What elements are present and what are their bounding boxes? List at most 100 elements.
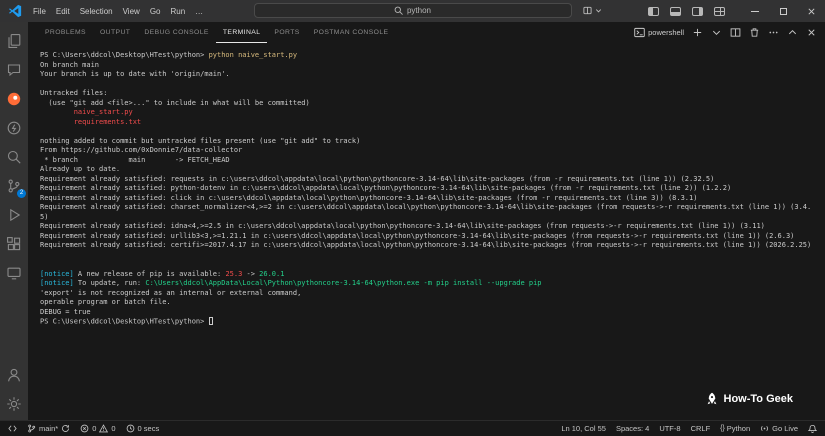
activity-item-account[interactable] <box>0 360 28 389</box>
close-icon <box>806 27 817 38</box>
menu-file[interactable]: File <box>28 0 51 22</box>
problems-status[interactable]: 0 0 <box>80 424 115 433</box>
toggle-secondary-sidebar-icon[interactable] <box>692 7 703 16</box>
terminal-line: nothing added to commit but untracked fi… <box>40 137 819 147</box>
tab-terminal[interactable]: TERMINAL <box>216 22 268 43</box>
terminal-panel: PROBLEMSOUTPUTDEBUG CONSOLETERMINALPORTS… <box>28 22 825 420</box>
warning-count: 0 <box>111 424 115 433</box>
activity-item-chat[interactable] <box>0 55 28 84</box>
menu-run[interactable]: Run <box>165 0 190 22</box>
powershell-terminal-icon <box>634 27 645 38</box>
ellipsis-icon <box>768 27 779 38</box>
plus-icon <box>692 27 703 38</box>
menu-edit[interactable]: Edit <box>51 0 75 22</box>
terminal-line: [notice] A new release of pip is availab… <box>40 270 819 280</box>
terminal-line <box>40 127 819 137</box>
error-count: 0 <box>92 424 96 433</box>
minimize-button[interactable] <box>741 0 769 22</box>
cursor-position-status[interactable]: Ln 10, Col 55 <box>561 424 606 433</box>
indentation-status[interactable]: Spaces: 4 <box>616 424 649 433</box>
terminal-line: Untracked files: <box>40 89 819 99</box>
activity-item-extensions[interactable] <box>0 229 28 258</box>
customize-layout-icon[interactable] <box>714 7 725 16</box>
status-bar: main* 0 0 0 secs Ln 10, Col 55 Spaces: 4… <box>0 420 825 436</box>
split-terminal-button[interactable] <box>730 27 741 38</box>
activity-item-settings[interactable] <box>0 389 28 418</box>
close-button[interactable] <box>797 0 825 22</box>
terminal-line: Already up to date. <box>40 165 819 175</box>
tab-problems[interactable]: PROBLEMS <box>38 22 93 43</box>
trash-icon <box>749 27 760 38</box>
thunder-client-icon <box>6 120 22 136</box>
maximize-button[interactable] <box>769 0 797 22</box>
terminal-line: On branch main <box>40 61 819 71</box>
howtogeek-text: How-To Geek <box>724 393 793 405</box>
status-left: main* 0 0 0 secs <box>8 424 159 433</box>
window-controls <box>741 0 825 22</box>
close-panel-button[interactable] <box>806 27 817 38</box>
maximize-panel-button[interactable] <box>787 27 798 38</box>
terminal-line: [notice] To update, run: C:\Users\ddcol\… <box>40 279 819 289</box>
terminal-line: Requirement already satisfied: idna<4,>=… <box>40 222 819 232</box>
remote-indicator[interactable] <box>8 424 17 433</box>
activity-item-remote-explorer[interactable] <box>0 258 28 287</box>
timer-status[interactable]: 0 secs <box>126 424 160 433</box>
notifications-bell[interactable] <box>808 424 817 433</box>
maximize-icon <box>780 8 787 15</box>
terminal-line: 5) <box>40 213 819 223</box>
menu-view[interactable]: View <box>118 0 145 22</box>
eol-status[interactable]: CRLF <box>691 424 711 433</box>
git-branch-icon <box>27 424 36 433</box>
tab-postman-console[interactable]: POSTMAN CONSOLE <box>307 22 396 43</box>
terminal-line: PS C:\Users\ddcol\Desktop\HTest\python> … <box>40 51 819 61</box>
error-icon <box>80 424 89 433</box>
chevron-down-icon <box>594 6 603 15</box>
toggle-sidebar-icon[interactable] <box>648 7 659 16</box>
tab-ports[interactable]: PORTS <box>267 22 306 43</box>
menu-more[interactable]: … <box>190 0 208 22</box>
terminal-line: Requirement already satisfied: charset_n… <box>40 203 819 213</box>
toggle-panel-icon[interactable] <box>670 7 681 16</box>
activity-item-run-debug[interactable] <box>0 200 28 229</box>
activity-item-postman[interactable] <box>0 84 28 113</box>
remote-explorer-icon <box>6 265 22 281</box>
terminal-line: (use "git add <file>..." to include in w… <box>40 99 819 109</box>
terminal-dropdown-button[interactable] <box>711 27 722 38</box>
terminal-line: Requirement already satisfied: click in … <box>40 194 819 204</box>
kill-terminal-button[interactable] <box>749 27 760 38</box>
language-name: Python <box>727 424 750 433</box>
go-live-status[interactable]: Go Live <box>760 424 798 433</box>
language-status[interactable]: { } Python <box>720 424 750 433</box>
panel-tabs: PROBLEMSOUTPUTDEBUG CONSOLETERMINALPORTS… <box>38 22 395 43</box>
main-area: 2 PROBLEMSOUTPUTDEBUG CONSOLETERMINALPOR… <box>0 22 825 420</box>
terminal-line: Requirement already satisfied: urllib3<3… <box>40 232 819 242</box>
branch-name: main* <box>39 424 58 433</box>
settings-icon <box>6 396 22 412</box>
clock-icon <box>126 424 135 433</box>
terminal-instance-powershell[interactable]: powershell <box>634 27 684 38</box>
menu-selection[interactable]: Selection <box>75 0 118 22</box>
terminal-line: operable program or batch file. <box>40 298 819 308</box>
tab-output[interactable]: OUTPUT <box>93 22 137 43</box>
new-terminal-button[interactable] <box>692 27 703 38</box>
activity-item-search[interactable] <box>0 142 28 171</box>
more-actions-button[interactable] <box>768 27 779 38</box>
activity-item-source-control[interactable]: 2 <box>0 171 28 200</box>
sync-icon <box>61 424 70 433</box>
remote-icon <box>8 424 17 433</box>
menu-go[interactable]: Go <box>145 0 166 22</box>
tab-debug-console[interactable]: DEBUG CONSOLE <box>137 22 216 43</box>
branch-status[interactable]: main* <box>27 424 70 433</box>
activity-item-explorer[interactable] <box>0 26 28 55</box>
search-icon <box>394 6 403 15</box>
terminal-line: Requirement already satisfied: python-do… <box>40 184 819 194</box>
terminal-output[interactable]: PS C:\Users\ddcol\Desktop\HTest\python> … <box>28 43 825 420</box>
terminal-line: PS C:\Users\ddcol\Desktop\HTest\python> <box>40 317 819 327</box>
warning-icon <box>99 424 108 433</box>
activity-item-thunder-client[interactable] <box>0 113 28 142</box>
command-center-dropdown[interactable] <box>583 3 603 18</box>
encoding-status[interactable]: UTF-8 <box>659 424 680 433</box>
bell-icon <box>808 424 817 433</box>
command-center-search[interactable]: python <box>254 3 572 18</box>
panel-header: PROBLEMSOUTPUTDEBUG CONSOLETERMINALPORTS… <box>28 22 825 43</box>
